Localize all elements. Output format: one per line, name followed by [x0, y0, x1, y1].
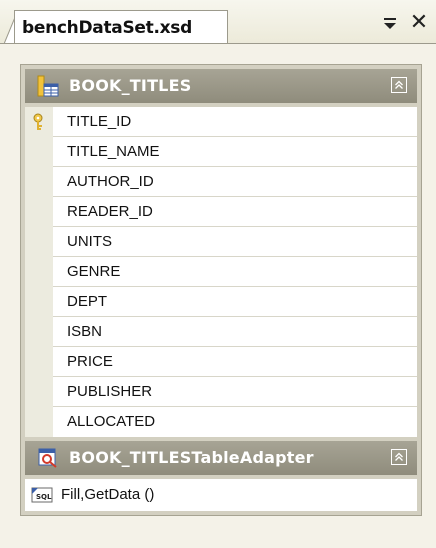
dropdown-pin-icon[interactable] [382, 15, 398, 31]
column-name: PUBLISHER [67, 383, 153, 400]
column-name: PRICE [67, 353, 113, 370]
tableadapter-header[interactable]: BOOK_TITLESTableAdapter [25, 441, 417, 475]
column-row[interactable]: ALLOCATED [53, 407, 417, 437]
column-row[interactable]: DEPT [53, 287, 417, 317]
column-name: ALLOCATED [67, 413, 156, 430]
column-row[interactable]: ISBN [53, 317, 417, 347]
query-row[interactable]: SQL Fill,GetData () [25, 479, 417, 511]
column-row[interactable]: TITLE_ID [33, 107, 417, 137]
column-name: AUTHOR_ID [67, 173, 154, 190]
table-shape[interactable]: BOOK_TITLES TITLE_ID TITLE_NAME AUTHOR_I… [20, 64, 422, 516]
datatable-icon [37, 75, 59, 97]
column-row[interactable]: GENRE [53, 257, 417, 287]
query-name: Fill,GetData () [61, 486, 155, 503]
column-name: TITLE_NAME [67, 143, 160, 160]
close-icon[interactable]: ✕ [408, 10, 430, 34]
column-name: READER_ID [67, 203, 153, 220]
column-name: DEPT [67, 293, 108, 310]
document-tabstrip: benchDataSet.xsd ✕ [0, 0, 436, 44]
table-name: BOOK_TITLES [69, 76, 192, 95]
column-row[interactable]: UNITS [53, 227, 417, 257]
column-row[interactable]: READER_ID [53, 197, 417, 227]
column-list: TITLE_ID TITLE_NAME AUTHOR_ID READER_ID … [25, 107, 417, 437]
column-row[interactable]: PUBLISHER [53, 377, 417, 407]
tab-title[interactable]: benchDataSet.xsd [22, 18, 192, 38]
sql-query-icon: SQL [31, 487, 53, 503]
primary-key-icon [33, 113, 43, 130]
collapse-chevron-icon[interactable] [391, 77, 407, 93]
tableadapter-icon [38, 448, 57, 468]
svg-text:SQL: SQL [36, 493, 52, 501]
column-name: UNITS [67, 233, 112, 250]
column-name: GENRE [67, 263, 121, 280]
column-name: ISBN [67, 323, 103, 340]
column-row[interactable]: AUTHOR_ID [53, 167, 417, 197]
table-header[interactable]: BOOK_TITLES [25, 69, 417, 103]
column-row[interactable]: PRICE [53, 347, 417, 377]
column-name: TITLE_ID [67, 113, 132, 130]
tableadapter-name: BOOK_TITLESTableAdapter [69, 448, 314, 467]
query-list: SQL Fill,GetData () [25, 479, 417, 511]
collapse-chevron-icon[interactable] [391, 449, 407, 465]
column-row[interactable]: TITLE_NAME [53, 137, 417, 167]
